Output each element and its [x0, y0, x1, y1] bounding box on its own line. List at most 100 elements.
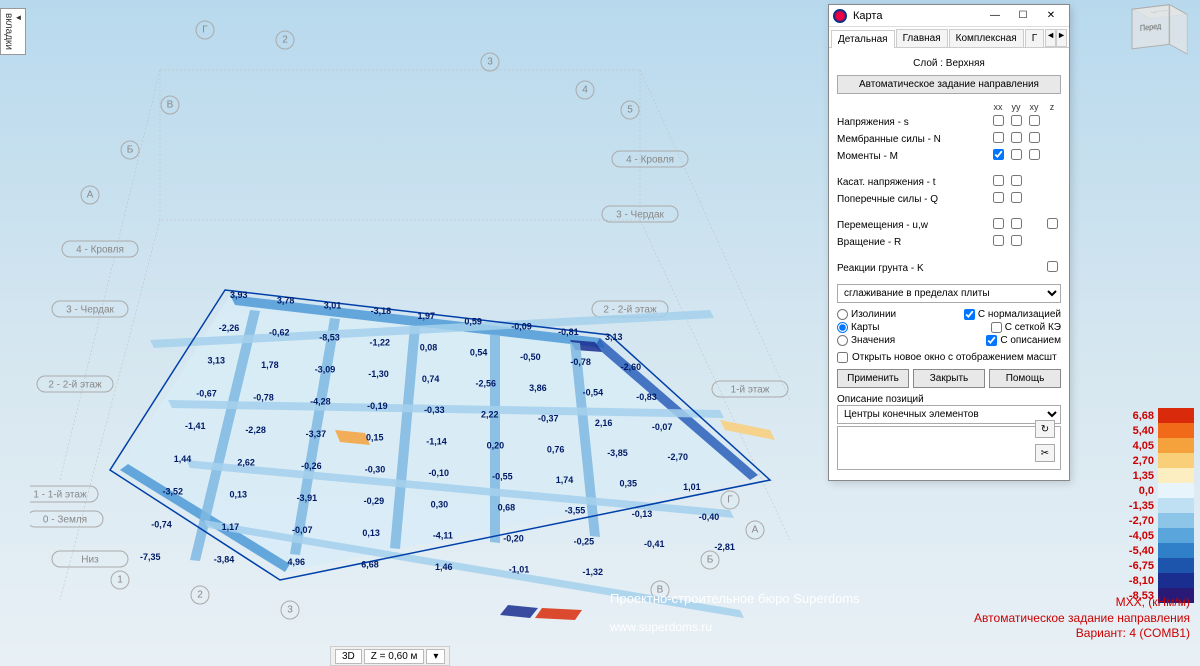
- svg-text:2,22: 2,22: [481, 409, 499, 419]
- display-option-check[interactable]: [986, 335, 997, 346]
- svg-text:3,13: 3,13: [208, 356, 226, 366]
- result-check[interactable]: [1011, 175, 1022, 186]
- result-check[interactable]: [993, 218, 1004, 229]
- tab-main[interactable]: Главная: [896, 29, 948, 47]
- view-mode-3d[interactable]: 3D: [335, 649, 362, 664]
- svg-text:-0,74: -0,74: [151, 519, 172, 529]
- result-check[interactable]: [1047, 261, 1058, 272]
- viewcube-right[interactable]: [1170, 4, 1188, 54]
- svg-text:2: 2: [197, 590, 203, 601]
- result-check[interactable]: [993, 192, 1004, 203]
- display-option-check[interactable]: [991, 322, 1002, 333]
- svg-text:-2,26: -2,26: [219, 323, 240, 333]
- svg-text:-3,52: -3,52: [163, 487, 184, 497]
- result-check[interactable]: [1011, 149, 1022, 160]
- result-check[interactable]: [1011, 218, 1022, 229]
- svg-text:-1,41: -1,41: [185, 421, 206, 431]
- svg-text:-0,20: -0,20: [503, 533, 524, 543]
- titlebar[interactable]: Карта — ☐ ✕: [829, 5, 1069, 27]
- svg-text:1,74: 1,74: [556, 475, 574, 485]
- svg-text:-7,35: -7,35: [140, 552, 161, 562]
- svg-text:0,74: 0,74: [422, 374, 440, 384]
- close-button[interactable]: ✕: [1037, 6, 1065, 26]
- svg-text:-8,53: -8,53: [319, 333, 340, 343]
- open-window-check[interactable]: [837, 352, 848, 363]
- result-caption: MXX, (кНм/м) Автоматическое задание напр…: [974, 595, 1190, 642]
- result-row-label: Касат. напряжения - t: [837, 177, 989, 188]
- result-check[interactable]: [993, 132, 1004, 143]
- result-check[interactable]: [993, 235, 1004, 246]
- svg-text:-0,30: -0,30: [365, 464, 386, 474]
- display-radio[interactable]: [837, 309, 848, 320]
- cut-icon[interactable]: ✂: [1035, 444, 1055, 462]
- positions-list[interactable]: [837, 426, 1061, 470]
- result-check[interactable]: [1029, 115, 1040, 126]
- svg-text:2,16: 2,16: [595, 418, 613, 428]
- result-check[interactable]: [993, 149, 1004, 160]
- auto-direction-button[interactable]: Автоматическое задание направления: [837, 75, 1061, 94]
- result-check[interactable]: [993, 115, 1004, 126]
- svg-text:4: 4: [582, 85, 588, 96]
- tab-detailed[interactable]: Детальная: [831, 30, 895, 48]
- toolbar-dropdown[interactable]: ▾: [426, 649, 445, 664]
- result-check[interactable]: [993, 175, 1004, 186]
- apply-button[interactable]: Применить: [837, 369, 909, 388]
- svg-text:0,13: 0,13: [362, 528, 380, 538]
- svg-text:3 - Чердак: 3 - Чердак: [66, 305, 114, 316]
- help-button[interactable]: Помощь: [989, 369, 1061, 388]
- result-check[interactable]: [1011, 235, 1022, 246]
- color-legend: 6,685,404,052,701,350,0-1,35-2,70-4,05-5…: [1084, 408, 1194, 603]
- refresh-icon[interactable]: ↻: [1035, 420, 1055, 438]
- tab-extra[interactable]: Г: [1025, 29, 1044, 47]
- view-cube[interactable]: Верх Перед: [1140, 8, 1187, 64]
- sidebar-tabs-toggle[interactable]: вкладки: [0, 8, 26, 55]
- layer-label: Слой : Верхняя: [837, 58, 1061, 69]
- legend-value: -5,40: [1108, 545, 1154, 557]
- legend-swatch: [1158, 558, 1194, 573]
- display-radio[interactable]: [837, 335, 848, 346]
- legend-swatch: [1158, 423, 1194, 438]
- minimize-button[interactable]: —: [981, 6, 1009, 26]
- svg-text:-0,19: -0,19: [367, 401, 388, 411]
- svg-text:А: А: [87, 190, 94, 201]
- legend-value: 0,0: [1108, 485, 1154, 497]
- display-radio[interactable]: [837, 322, 848, 333]
- result-check[interactable]: [1011, 192, 1022, 203]
- svg-text:-2,56: -2,56: [475, 378, 496, 388]
- svg-text:1 - 1-й этаж: 1 - 1-й этаж: [33, 490, 87, 501]
- svg-text:-1,22: -1,22: [369, 337, 390, 347]
- maximize-button[interactable]: ☐: [1009, 6, 1037, 26]
- viewcube-front[interactable]: Перед: [1132, 4, 1170, 49]
- svg-text:В: В: [167, 100, 174, 111]
- svg-text:4,96: 4,96: [288, 557, 306, 567]
- result-check[interactable]: [1011, 132, 1022, 143]
- result-row-label: Напряжения - s: [837, 117, 989, 128]
- tab-scroll-right[interactable]: ►: [1056, 29, 1067, 47]
- svg-text:4 - Кровля: 4 - Кровля: [626, 155, 674, 166]
- tab-complex[interactable]: Комплексная: [949, 29, 1024, 47]
- svg-text:-3,37: -3,37: [306, 429, 327, 439]
- svg-text:-0,78: -0,78: [570, 357, 591, 367]
- display-option-check[interactable]: [964, 309, 975, 320]
- svg-text:-4,28: -4,28: [310, 397, 331, 407]
- legend-value: -1,35: [1108, 500, 1154, 512]
- result-check[interactable]: [1029, 132, 1040, 143]
- svg-text:1-й этаж: 1-й этаж: [731, 385, 770, 396]
- svg-text:-4,11: -4,11: [433, 531, 453, 541]
- svg-text:1,44: 1,44: [174, 454, 192, 464]
- smoothing-select[interactable]: сглаживание в пределах плиты: [837, 284, 1061, 303]
- result-check[interactable]: [1047, 218, 1058, 229]
- legend-value: 6,68: [1108, 410, 1154, 422]
- svg-text:3,86: 3,86: [529, 383, 547, 393]
- close-dialog-button[interactable]: Закрыть: [913, 369, 985, 388]
- svg-text:Б: Б: [127, 145, 134, 156]
- tab-scroll-left[interactable]: ◄: [1045, 29, 1056, 47]
- result-check[interactable]: [1011, 115, 1022, 126]
- svg-text:-2,70: -2,70: [668, 452, 689, 462]
- z-level-display[interactable]: Z = 0,60 м: [364, 649, 425, 664]
- positions-select[interactable]: Центры конечных элементов: [837, 405, 1061, 424]
- svg-text:0,08: 0,08: [420, 342, 438, 352]
- result-check[interactable]: [1029, 149, 1040, 160]
- svg-text:0,59: 0,59: [464, 316, 482, 326]
- viewport-3d[interactable]: вкладки Верх Перед Г2345ВБА4 - Кровля3 -…: [0, 0, 1200, 666]
